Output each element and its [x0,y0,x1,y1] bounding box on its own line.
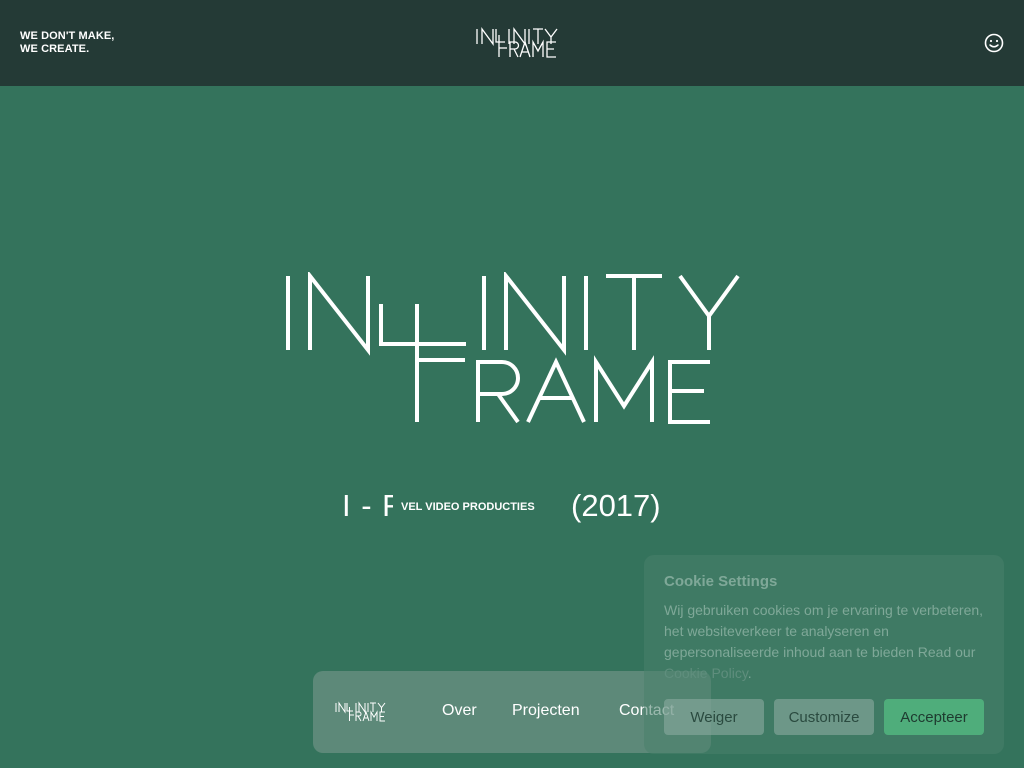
cookie-text: Wij gebruiken cookies om je ervaring te … [664,602,984,660]
cookie-policy-link[interactable]: Cookie Policy [664,665,748,681]
smiley-icon[interactable] [983,32,1005,54]
tagline-line-2: WE CREATE. [20,43,90,55]
hero-year: (2017) [571,488,661,523]
hero-subtitle: VEL VIDEO PRODUCTIES [401,501,535,513]
header-logo[interactable] [476,26,570,60]
header-tagline: WE DON'T MAKE, WE CREATE. [20,30,114,56]
customize-button[interactable]: Customize [774,699,874,735]
nav-logo[interactable] [335,701,393,723]
cookie-settings-dialog: Cookie Settings Wij gebruiken cookies om… [644,555,1004,754]
deny-button[interactable]: Weiger [664,699,764,735]
top-bar: WE DON'T MAKE, WE CREATE. [0,0,1024,86]
hero-tagline: I - F VEL VIDEO PRODUCTIES (2017) [0,488,1024,528]
accept-button[interactable]: Accepteer [884,699,984,735]
tagline-line-1: WE DON'T MAKE, [20,30,115,42]
cookie-description: Wij gebruiken cookies om je ervaring te … [664,600,989,684]
nav-item-projecten[interactable]: Projecten [512,702,580,720]
cookie-text-end: . [747,665,752,681]
cookie-title: Cookie Settings [664,573,778,590]
nav-item-over[interactable]: Over [442,702,477,720]
hero-logo [286,272,740,424]
